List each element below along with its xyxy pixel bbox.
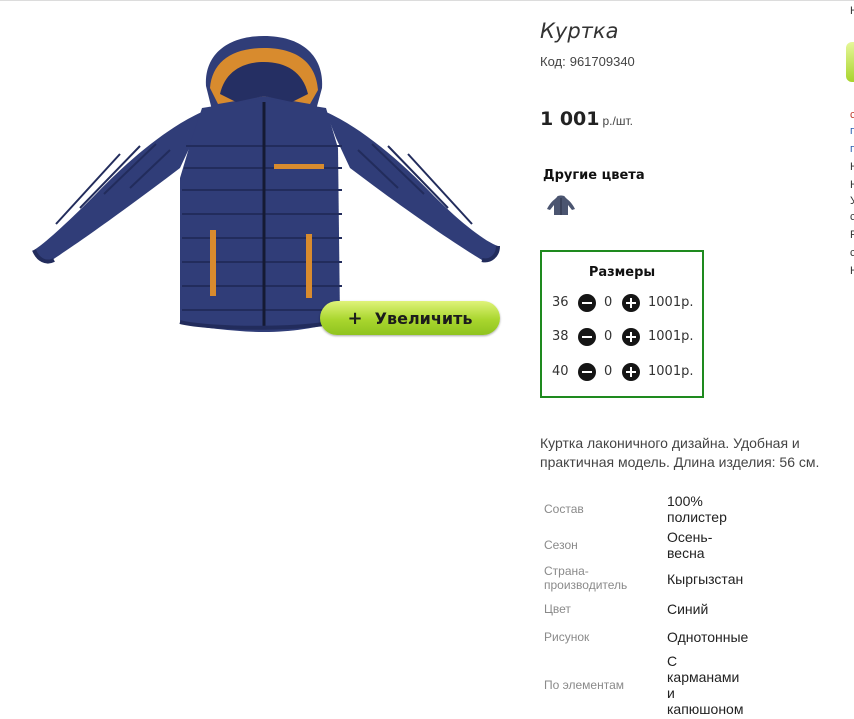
- size-quantity: 0: [604, 329, 613, 344]
- zoom-button[interactable]: + Увеличить: [320, 301, 500, 335]
- price-unit: р./шт.: [602, 114, 633, 128]
- size-price: 1001р.: [648, 364, 694, 379]
- edge-text: Н: [850, 265, 854, 277]
- size-row: 36 0 1001р.: [552, 292, 702, 314]
- zoom-button-label: Увеличить: [374, 308, 473, 328]
- edge-link[interactable]: п: [850, 124, 854, 138]
- jacket-image: [32, 36, 500, 332]
- size-label: 36: [552, 295, 569, 310]
- edge-text: с: [850, 247, 854, 259]
- attribute-value: 100% полистер: [667, 493, 727, 525]
- minus-circle-icon[interactable]: [578, 328, 596, 346]
- plus-circle-icon[interactable]: [622, 363, 640, 381]
- edge-text: Р: [850, 229, 854, 241]
- size-price: 1001р.: [648, 295, 694, 310]
- attribute-value: С карманами и капюшоном: [667, 653, 744, 717]
- minus-circle-icon[interactable]: [578, 294, 596, 312]
- edge-text: с: [850, 211, 854, 223]
- size-label: 40: [552, 364, 569, 379]
- product-description: Куртка лаконичного дизайна. Удобная и пр…: [540, 435, 820, 470]
- product-image[interactable]: [20, 28, 520, 348]
- edge-text: Н: [850, 179, 854, 191]
- size-row: 38 0 1001р.: [552, 326, 702, 348]
- edge-text: Н: [850, 5, 854, 17]
- sizes-title: Размеры: [588, 265, 656, 280]
- plus-circle-icon[interactable]: [622, 294, 640, 312]
- attribute-value: Однотонные: [667, 629, 749, 645]
- product-title: Куртка: [540, 19, 619, 43]
- size-row: 40 0 1001р.: [552, 361, 702, 383]
- sizes-box: Размеры 36 0 1001р. 38 0 1001р. 40 0 100…: [540, 250, 704, 398]
- attribute-label: Цвет: [544, 602, 571, 616]
- size-quantity: 0: [604, 364, 613, 379]
- color-swatch-jacket[interactable]: [547, 194, 575, 216]
- attribute-label: Страна-производитель: [544, 564, 628, 592]
- edge-text: У: [850, 195, 854, 207]
- attribute-value: Синий: [667, 601, 709, 617]
- size-price: 1001р.: [648, 329, 694, 344]
- minus-circle-icon[interactable]: [578, 363, 596, 381]
- jacket-thumbnail-icon: [547, 195, 575, 215]
- attribute-label: Рисунок: [544, 630, 590, 644]
- product-code-value: 961709340: [569, 54, 635, 69]
- attribute-label: Состав: [544, 502, 584, 516]
- attribute-label: Сезон: [544, 538, 578, 552]
- edge-link[interactable]: п: [850, 142, 854, 156]
- price-value: 1 001: [540, 108, 600, 130]
- size-quantity: 0: [604, 295, 613, 310]
- plus-circle-icon[interactable]: [622, 328, 640, 346]
- edge-text: Н: [850, 161, 854, 173]
- size-label: 38: [552, 329, 569, 344]
- other-colors-title: Другие цвета: [543, 168, 645, 183]
- attribute-value: Осень-весна: [667, 529, 713, 561]
- plus-icon: +: [347, 307, 363, 329]
- edge-text: с: [850, 109, 854, 121]
- attribute-value: Кыргызстан: [667, 571, 744, 587]
- edge-side-button[interactable]: [846, 42, 854, 82]
- product-code: Код: 961709340: [540, 54, 635, 69]
- attribute-label: По элементам: [544, 678, 625, 692]
- product-price: 1 001 р./шт.: [540, 108, 633, 130]
- top-divider: [0, 0, 854, 1]
- product-code-label: Код:: [540, 54, 566, 69]
